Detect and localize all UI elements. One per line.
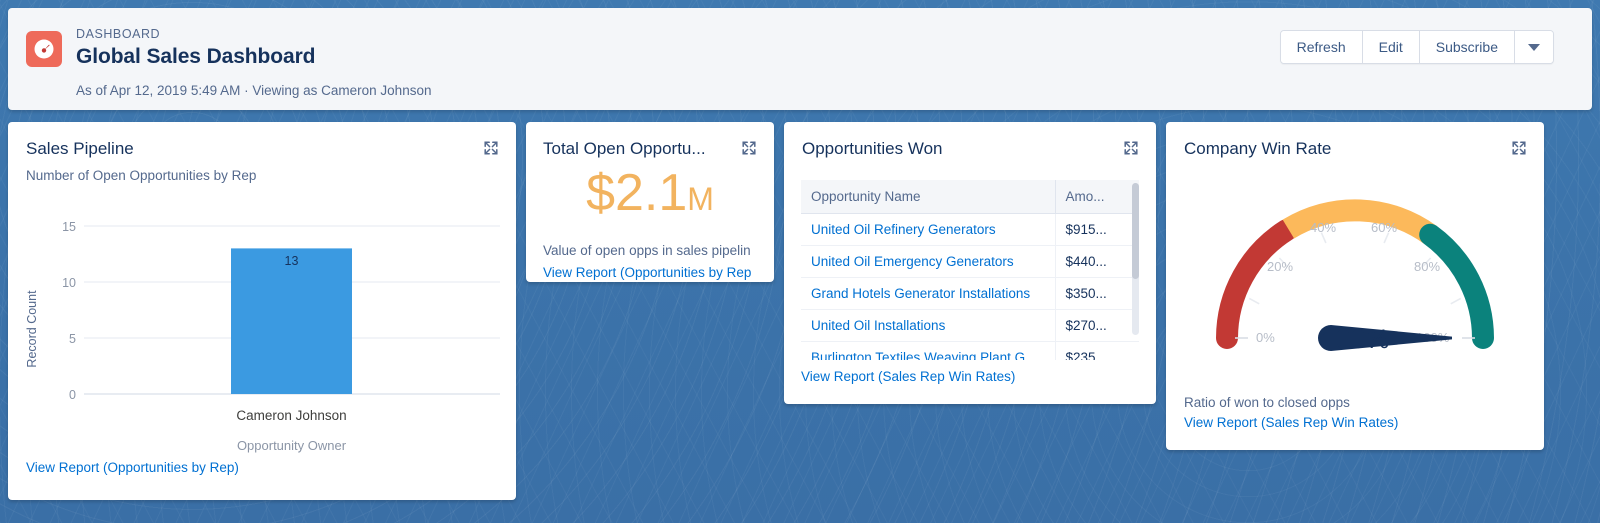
gauge-tick-label: 20% bbox=[1267, 259, 1293, 274]
metric-value-number: $2.1 bbox=[586, 164, 688, 222]
view-report-link[interactable]: View Report (Opportunities by Rep) bbox=[26, 459, 239, 477]
gauge-tick-label: 40% bbox=[1310, 220, 1336, 235]
view-report-link[interactable]: View Report (Opportunities by Rep bbox=[543, 264, 751, 282]
y-tick-label: 10 bbox=[62, 276, 76, 290]
dashboard-gauge-icon bbox=[26, 31, 62, 67]
cell-amount: $350... bbox=[1055, 277, 1139, 310]
y-tick-label: 15 bbox=[62, 220, 76, 234]
table-row: Burlington Textiles Weaving Plant Gen...… bbox=[801, 341, 1139, 360]
opportunities-table: Opportunity Name Amo... United Oil Refin… bbox=[801, 180, 1139, 360]
dashboard-refresh-status: As of Apr 12, 2019 5:49 AM · Viewing as … bbox=[76, 83, 432, 98]
widget-company-win-rate: Company Win Rate 0% 20% 40% 60% 80% 100%… bbox=[1166, 122, 1544, 450]
y-tick-label: 5 bbox=[69, 332, 76, 346]
dashboard-header-text: DASHBOARD Global Sales Dashboard bbox=[76, 26, 315, 71]
dashboard-actions-group: Refresh Edit Subscribe bbox=[1279, 30, 1554, 64]
x-axis-label: Opportunity Owner bbox=[237, 438, 347, 453]
widget-title: Sales Pipeline bbox=[26, 139, 134, 158]
expand-icon[interactable] bbox=[1511, 140, 1527, 156]
view-report-link[interactable]: View Report (Sales Rep Win Rates) bbox=[1184, 414, 1398, 432]
table-row: Grand Hotels Generator Installations $35… bbox=[801, 277, 1139, 310]
expand-icon[interactable] bbox=[741, 140, 757, 156]
widget-description: Value of open opps in sales pipelin bbox=[543, 243, 751, 258]
metric-value: $2.1M bbox=[543, 162, 757, 230]
cell-opportunity-name[interactable]: United Oil Refinery Generators bbox=[801, 213, 1056, 246]
gauge-value-label: 100% bbox=[1320, 324, 1390, 354]
bar-chart: Record Count 15 10 5 0 13 Cameron Johnso… bbox=[25, 220, 500, 453]
table-row: United Oil Emergency Generators $440... bbox=[801, 245, 1139, 278]
expand-icon[interactable] bbox=[1123, 140, 1139, 156]
subscribe-button[interactable]: Subscribe bbox=[1419, 31, 1515, 63]
opportunities-table-container: Opportunity Name Amo... United Oil Refin… bbox=[801, 180, 1139, 360]
widget-title: Opportunities Won bbox=[802, 139, 943, 158]
table-header-row: Opportunity Name Amo... bbox=[801, 180, 1139, 214]
cell-opportunity-name[interactable]: Grand Hotels Generator Installations bbox=[801, 277, 1056, 310]
column-header-amount[interactable]: Amo... bbox=[1055, 180, 1139, 214]
view-report-link[interactable]: View Report (Sales Rep Win Rates) bbox=[801, 368, 1015, 386]
expand-icon[interactable] bbox=[483, 140, 499, 156]
widget-total-open-opportunities: Total Open Opportu... $2.1M Value of ope… bbox=[526, 122, 774, 282]
table-scrollbar[interactable] bbox=[1132, 183, 1139, 335]
widget-description: Ratio of won to closed opps bbox=[1184, 395, 1350, 410]
cell-opportunity-name[interactable]: United Oil Installations bbox=[801, 309, 1056, 342]
page-title: Global Sales Dashboard bbox=[76, 45, 316, 68]
dashboard-header-identity: DASHBOARD Global Sales Dashboard bbox=[26, 26, 315, 71]
x-tick-label: Cameron Johnson bbox=[236, 408, 346, 423]
breadcrumb: DASHBOARD bbox=[76, 27, 161, 41]
widget-title: Company Win Rate bbox=[1184, 139, 1332, 158]
table-scrollbar-thumb[interactable] bbox=[1132, 183, 1139, 279]
chevron-down-icon bbox=[1528, 43, 1540, 51]
more-actions-button[interactable] bbox=[1515, 31, 1553, 63]
table-row: United Oil Installations $270... bbox=[801, 309, 1139, 342]
cell-opportunity-name[interactable]: Burlington Textiles Weaving Plant Gen... bbox=[801, 341, 1056, 360]
dashboard-header: DASHBOARD Global Sales Dashboard As of A… bbox=[8, 8, 1592, 110]
widget-sales-pipeline: Sales Pipeline Number of Open Opportunit… bbox=[8, 122, 516, 500]
metric-value-suffix: M bbox=[687, 181, 714, 217]
gauge-tick-label: 80% bbox=[1414, 259, 1440, 274]
gauge-tick-label: 60% bbox=[1371, 220, 1397, 235]
widget-opportunities-won: Opportunities Won Opportunity Name Amo..… bbox=[784, 122, 1156, 404]
cell-amount: $440... bbox=[1055, 245, 1139, 278]
widget-subtitle: Number of Open Opportunities by Rep bbox=[26, 168, 257, 183]
edit-button[interactable]: Edit bbox=[1362, 31, 1420, 63]
cell-opportunity-name[interactable]: United Oil Emergency Generators bbox=[801, 245, 1056, 278]
refresh-button[interactable]: Refresh bbox=[1280, 31, 1363, 63]
cell-amount: $915... bbox=[1055, 213, 1139, 246]
bar[interactable] bbox=[231, 248, 352, 394]
bar-value-label: 13 bbox=[285, 254, 299, 268]
table-row: United Oil Refinery Generators $915... bbox=[801, 213, 1139, 246]
cell-amount: $270... bbox=[1055, 309, 1139, 342]
y-axis-label: Record Count bbox=[25, 290, 39, 368]
cell-amount: $235... bbox=[1055, 341, 1139, 360]
y-tick-label: 0 bbox=[69, 388, 76, 402]
column-header-opportunity-name[interactable]: Opportunity Name bbox=[801, 180, 1056, 214]
widget-title: Total Open Opportu... bbox=[543, 139, 706, 158]
